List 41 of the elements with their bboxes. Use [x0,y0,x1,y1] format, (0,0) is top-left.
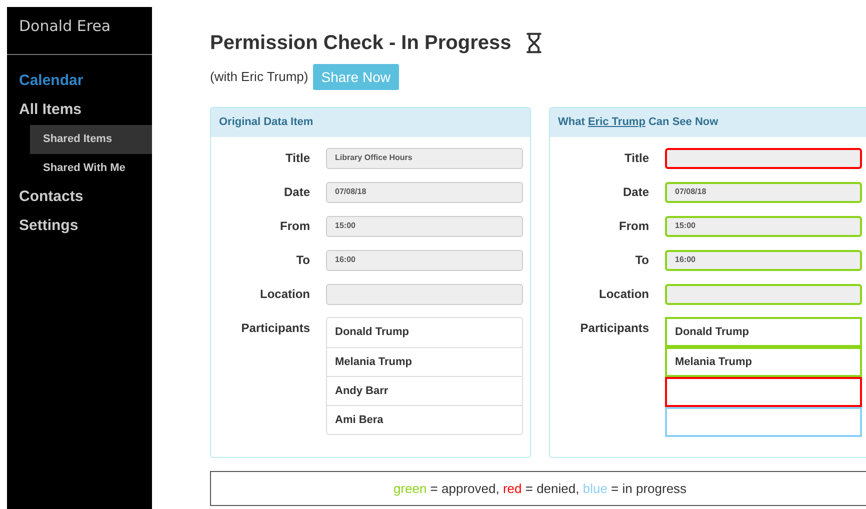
participant-item: Andy Barr [327,376,522,405]
sidebar-item[interactable]: Settings [7,212,152,241]
field-input[interactable] [326,284,523,304]
field-input[interactable]: 15:00 [665,216,862,236]
participant-item: Melania Trump [327,347,522,376]
field-input[interactable]: Library Office Hours [326,148,523,168]
field-label: Title [284,150,311,167]
panel-heading: What Eric Trump Can See Now [550,108,866,137]
sidebar-subitem[interactable]: Shared With Me [30,154,152,183]
field-input[interactable]: 16:00 [665,250,862,270]
field-label: From [618,218,650,235]
field-label: To [295,252,311,269]
field-label: Location [598,286,650,303]
field-input[interactable]: 16:00 [326,250,523,270]
brand-name: Donald Erea [18,16,112,37]
field-label: Participants [240,320,311,337]
subtitle: (with Eric Trump) [210,68,308,86]
field-label: Participants [579,320,650,337]
field-label: Title [624,150,650,167]
field-input[interactable]: 15:00 [326,216,523,236]
participant-item: Donald Trump [665,317,862,347]
sidebar-subitem[interactable]: Shared Items [30,125,152,154]
field-input[interactable]: 07/08/18 [665,182,862,202]
field-label: Date [282,184,311,201]
contact-link[interactable]: Eric Trump [588,114,646,131]
field-input[interactable]: 07/08/18 [326,182,523,202]
sidebar-item[interactable]: All Items [7,96,152,125]
sidebar-item[interactable]: Calendar [7,67,152,96]
field-label: From [279,218,311,235]
field-input[interactable] [665,284,862,304]
panel-heading: Original Data Item [211,108,530,137]
legend-text: green = approved, red = denied, blue = in progress [393,480,687,498]
field-label: Location [259,286,311,303]
field-label: Date [622,184,650,201]
participant-item: Ami Bera [327,405,522,434]
field-input[interactable] [665,148,862,168]
participant-item: Donald Trump [334,325,410,340]
page-title: Permission Check - In Progress [210,31,512,56]
participant-item: Melania Trump [665,347,862,377]
sidebar-item[interactable]: Contacts [7,183,152,212]
field-label: To [634,252,650,269]
